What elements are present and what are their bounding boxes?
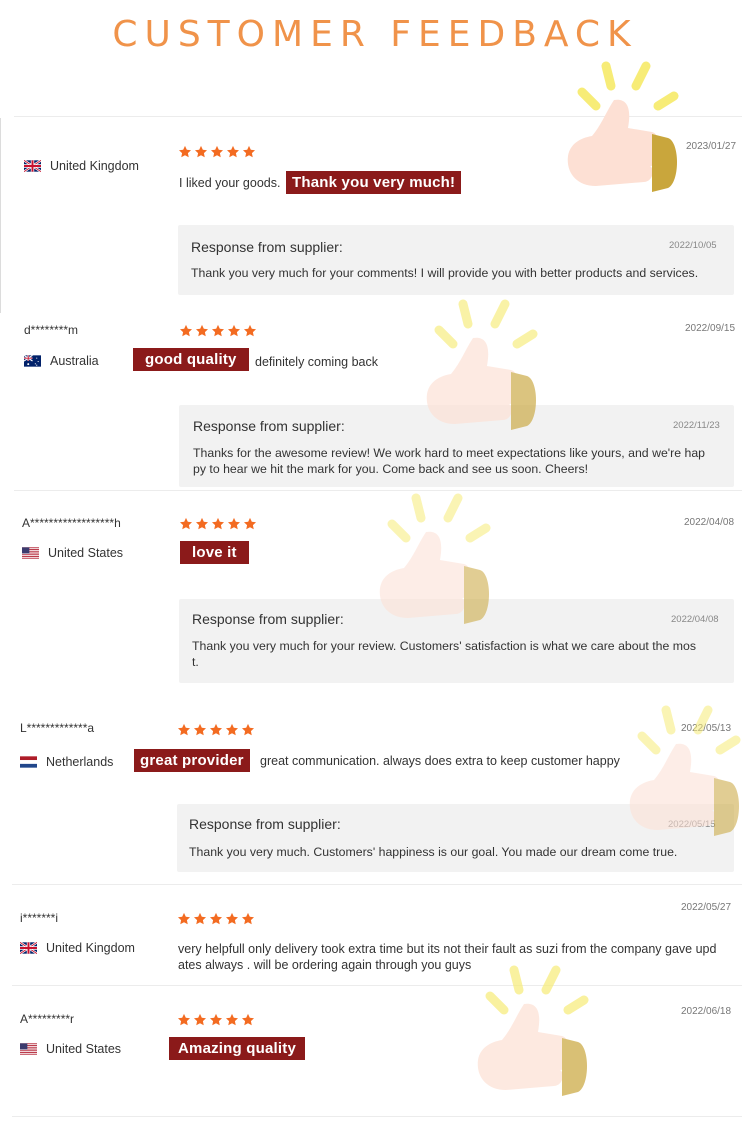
reviewer-name: L*************a [20, 721, 95, 735]
review-text: I liked your goods. [179, 176, 281, 190]
response-text: Thank you very much. Customers' happines… [189, 845, 678, 859]
star-rating [177, 1013, 255, 1027]
country-name: United Kingdom [46, 941, 135, 955]
reviewer-name: A*********r [20, 1012, 75, 1026]
response-date: 2022/10/05 [669, 240, 717, 251]
us-flag-icon [22, 547, 39, 559]
divider [12, 985, 742, 986]
star-icon [211, 517, 225, 531]
reviewer-country: United Kingdom [20, 941, 135, 955]
response-date: 2022/11/23 [673, 420, 720, 431]
response-text-line: py to hear we hit the mark for you. Come… [193, 462, 589, 476]
review-tag: love it [180, 541, 249, 564]
nl-flag-icon [20, 756, 37, 768]
country-name: Netherlands [46, 755, 114, 769]
reviewer-country: United States [20, 1042, 121, 1056]
review-text-line: ates always . will be ordering again thr… [178, 958, 472, 972]
star-icon [243, 517, 257, 531]
uk-flag-icon [20, 942, 37, 954]
review-date: 2022/06/18 [681, 1006, 732, 1017]
thumbs-up-icon [368, 490, 498, 640]
reviewer-country: United States [22, 546, 123, 560]
review-date: 2022/09/15 [685, 323, 736, 334]
review-text-line: very helpfull only delivery took extra t… [178, 942, 717, 956]
review-tag: Amazing quality [169, 1037, 306, 1060]
reviewer-country: Netherlands [20, 755, 113, 769]
response-text-line: Thanks for the awesome review! We work h… [193, 446, 706, 460]
country-name: Australia [50, 354, 99, 368]
divider [12, 1116, 742, 1117]
response-date: 2022/04/08 [671, 614, 719, 625]
page-title: CUSTOMER FEEDBACK [112, 14, 638, 55]
star-icon [177, 723, 191, 737]
reviewer-name: i*******i [20, 911, 59, 925]
country-name: United Kingdom [50, 159, 139, 173]
star-icon [241, 912, 255, 926]
star-icon [225, 1013, 239, 1027]
country-name: United States [46, 1042, 122, 1056]
star-icon [225, 912, 239, 926]
star-icon [209, 723, 223, 737]
response-header: Response from supplier: [192, 611, 344, 627]
star-icon [241, 1013, 255, 1027]
star-icon [193, 723, 207, 737]
review-date: 2022/04/08 [684, 517, 735, 528]
star-rating [179, 517, 257, 531]
star-icon [210, 145, 224, 159]
star-icon [209, 912, 223, 926]
country-name: United States [48, 546, 124, 560]
review-text: definitely coming back [255, 355, 378, 369]
star-rating [178, 145, 256, 159]
star-icon [179, 324, 193, 338]
review-date: 2022/05/27 [681, 902, 732, 913]
divider [12, 884, 742, 885]
thumbs-up-icon [466, 962, 596, 1112]
us-flag-icon [20, 1043, 37, 1055]
uk-flag-icon [24, 160, 41, 172]
thumbs-up-icon [556, 58, 686, 208]
star-icon [195, 517, 209, 531]
star-icon [243, 324, 257, 338]
star-icon [209, 1013, 223, 1027]
star-icon [177, 912, 191, 926]
star-icon [178, 145, 192, 159]
star-icon [242, 145, 256, 159]
response-header: Response from supplier: [193, 418, 345, 434]
response-text: Thank you very much for your comments! I… [191, 266, 699, 280]
star-rating [177, 912, 255, 926]
response-header: Response from supplier: [191, 239, 343, 255]
response-text-line: t. [192, 655, 199, 669]
divider [0, 118, 1, 313]
reviewer-country: Australia [24, 354, 99, 368]
star-icon [241, 723, 255, 737]
star-icon [227, 517, 241, 531]
star-icon [179, 517, 193, 531]
review-text: great communication. always does extra t… [260, 754, 620, 768]
review-tag: Thank you very much! [286, 171, 462, 194]
review-tag: good quality [133, 348, 249, 371]
reviewer-name: A******************h [22, 516, 121, 530]
reviewer-name: d********m [24, 323, 79, 337]
response-header: Response from supplier: [189, 816, 341, 832]
star-icon [227, 324, 241, 338]
star-icon [226, 145, 240, 159]
star-icon [194, 145, 208, 159]
star-rating [179, 324, 257, 338]
star-icon [193, 1013, 207, 1027]
thumbs-up-icon [618, 702, 748, 852]
response-text-line: Thank you very much for your review. Cus… [192, 639, 696, 653]
review-date: 2023/01/27 [686, 141, 737, 152]
review-tag: great provider [134, 749, 250, 772]
star-rating [177, 723, 255, 737]
au-flag-icon [24, 355, 41, 367]
star-icon [225, 723, 239, 737]
star-icon [193, 912, 207, 926]
thumbs-up-icon [415, 296, 545, 446]
reviewer-country: United Kingdom [24, 159, 139, 173]
star-icon [211, 324, 225, 338]
supplier-response: Response from supplier: 2022/10/05 Thank… [178, 225, 734, 295]
star-icon [195, 324, 209, 338]
star-icon [177, 1013, 191, 1027]
